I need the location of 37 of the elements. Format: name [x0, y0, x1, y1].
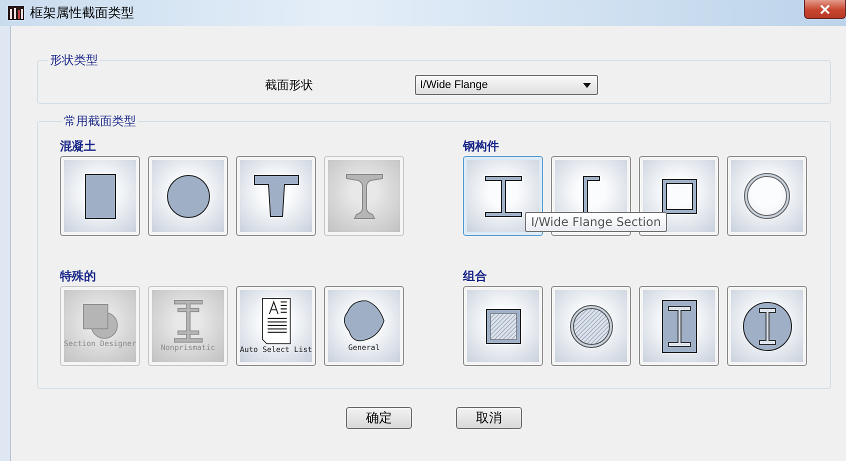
window-title: 框架属性截面类型 — [30, 5, 134, 22]
category-title: 特殊的 — [60, 268, 97, 284]
tooltip: I/Wide Flange Section — [525, 212, 667, 232]
section-type-button[interactable] — [236, 156, 316, 236]
ok-button[interactable]: 确定 — [346, 407, 412, 429]
shapes-icon — [82, 304, 118, 338]
i-beam-icon — [174, 300, 202, 342]
blob-icon — [344, 300, 384, 342]
document-icon — [262, 298, 290, 344]
close-icon — [820, 4, 830, 14]
section-type-button[interactable] — [463, 286, 543, 366]
category-title: 混凝土 — [60, 138, 97, 154]
shape-dropdown[interactable]: I/Wide Flange — [415, 75, 598, 95]
section-type-button[interactable] — [727, 286, 807, 366]
category-title: 组合 — [463, 268, 488, 284]
i-beam-icon — [484, 176, 522, 216]
dropdown-arrow-icon — [583, 82, 591, 88]
i-section-icon — [346, 174, 382, 218]
encased-i-beam-icon — [742, 302, 792, 350]
filled-box-icon — [486, 308, 520, 344]
box-section-icon — [662, 178, 696, 214]
filled-pipe-icon — [570, 304, 612, 348]
circle-icon — [166, 174, 210, 218]
close-button[interactable] — [804, 0, 846, 19]
encased-i-beam-icon — [662, 300, 696, 352]
cancel-button[interactable]: 取消 — [456, 407, 522, 429]
rectangle-icon — [84, 174, 116, 218]
pipe-icon — [744, 173, 790, 219]
category-title: 钢构件 — [463, 138, 500, 154]
app-icon — [8, 6, 24, 20]
shape-label: 截面形状 — [265, 76, 314, 94]
section-type-button[interactable] — [60, 156, 140, 236]
section-type-button[interactable] — [639, 286, 719, 366]
group-title: 形状类型 — [49, 52, 99, 69]
group-title: 常用截面类型 — [63, 113, 137, 130]
section-type-button[interactable] — [551, 286, 631, 366]
tee-section-icon — [254, 175, 298, 217]
